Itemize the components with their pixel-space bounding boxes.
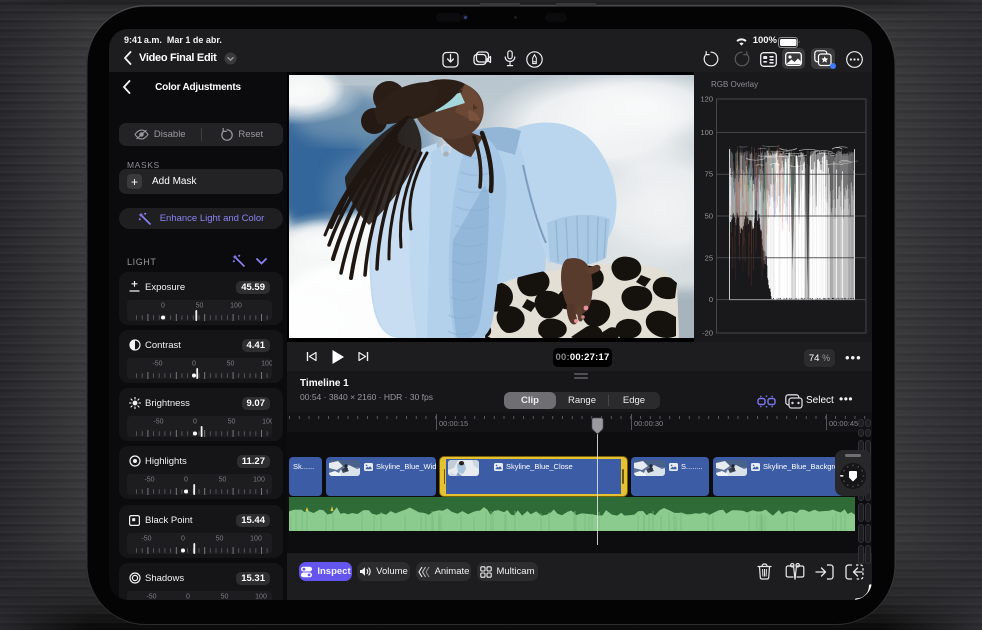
svg-text:50: 50 [219, 477, 227, 484]
svg-text:100: 100 [700, 128, 713, 137]
svg-text:RGB Overlay: RGB Overlay [711, 80, 758, 89]
svg-text:-50: -50 [141, 536, 151, 543]
svg-text:25: 25 [705, 253, 713, 262]
svg-text:0: 0 [181, 536, 185, 543]
svg-text:50: 50 [228, 419, 236, 426]
svg-text:-50: -50 [153, 419, 163, 426]
svg-text:120: 120 [700, 95, 713, 104]
svg-text:0: 0 [161, 303, 165, 310]
svg-text:0: 0 [192, 361, 196, 368]
svg-text:-50: -50 [144, 477, 154, 484]
svg-text:-20: -20 [702, 329, 713, 338]
svg-text:100: 100 [255, 594, 267, 601]
svg-text:50: 50 [221, 594, 229, 601]
svg-text:-50: -50 [146, 594, 156, 601]
svg-text:50: 50 [705, 212, 713, 221]
svg-text:100: 100 [250, 536, 262, 543]
svg-text:0: 0 [186, 594, 190, 601]
svg-text:0: 0 [184, 477, 188, 484]
svg-text:50: 50 [196, 303, 204, 310]
svg-text:0: 0 [709, 295, 713, 304]
svg-text:100: 100 [262, 419, 272, 426]
svg-text:-50: -50 [152, 361, 162, 368]
svg-text:50: 50 [227, 361, 235, 368]
svg-text:0: 0 [193, 419, 197, 426]
svg-text:100: 100 [261, 361, 272, 368]
svg-text:100: 100 [253, 477, 265, 484]
svg-text:50: 50 [216, 536, 224, 543]
svg-text:100: 100 [230, 303, 242, 310]
svg-text:75: 75 [705, 170, 713, 179]
